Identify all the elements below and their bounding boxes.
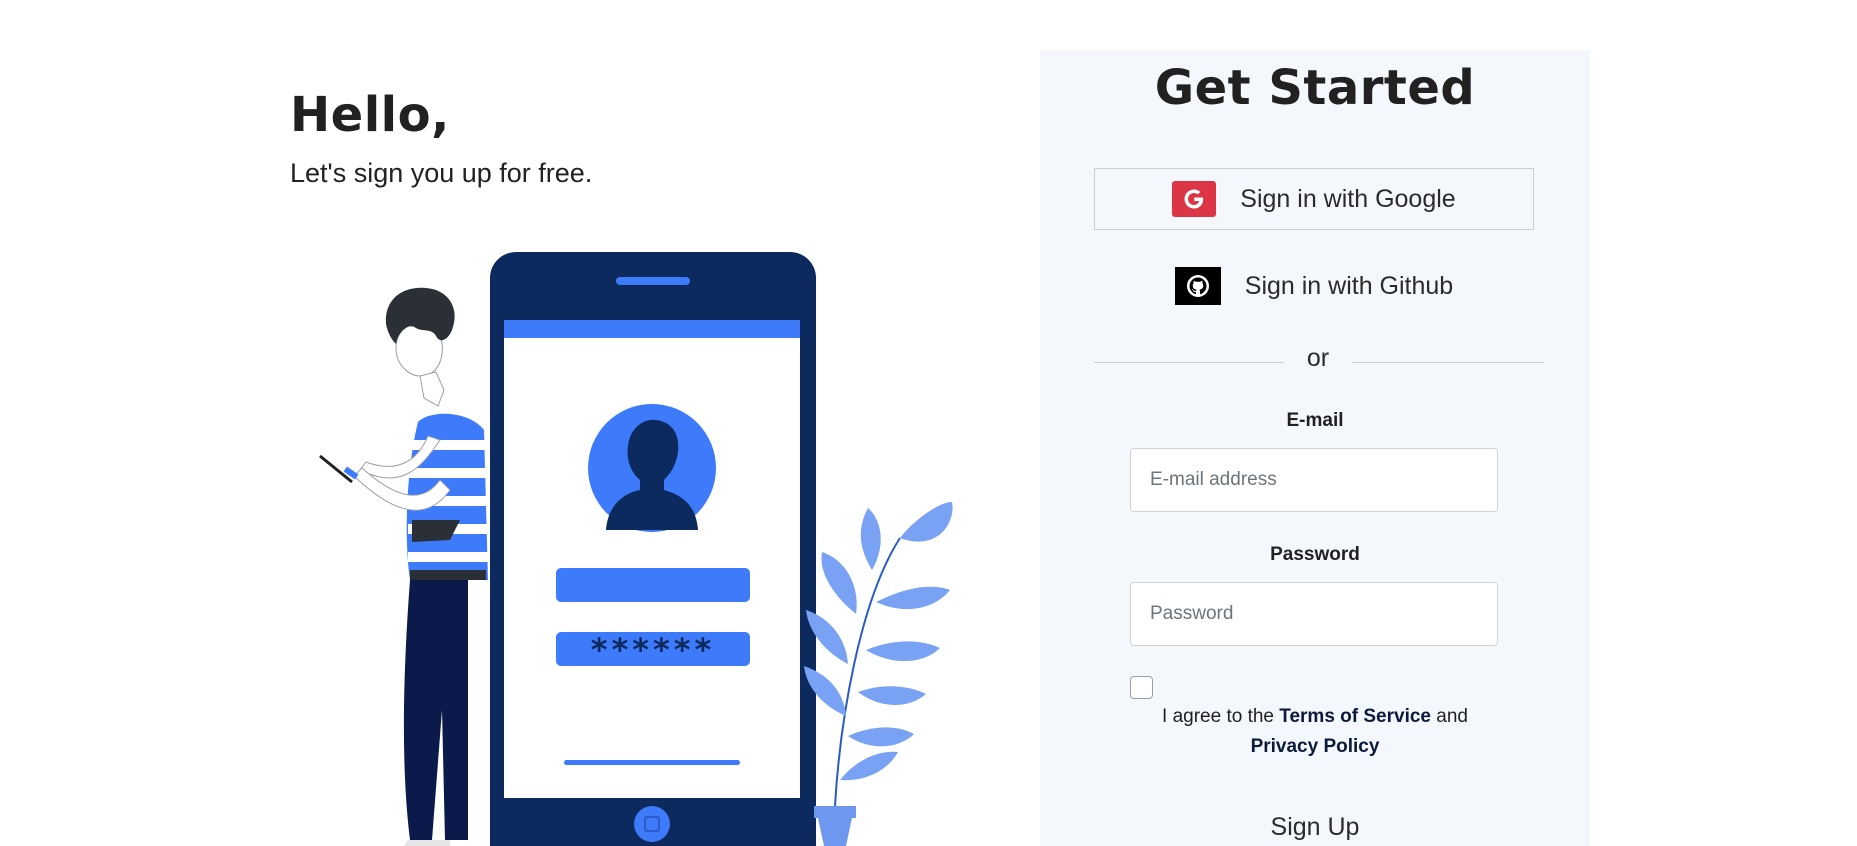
terms-of-service-link[interactable]: Terms of Service — [1279, 706, 1431, 727]
person-figure — [319, 287, 488, 846]
panel-title: Get Started — [1154, 60, 1476, 116]
password-mask: ****** — [591, 631, 715, 669]
divider-line-left — [1094, 362, 1284, 363]
github-signin-button[interactable]: Sign in with Github — [1094, 255, 1534, 317]
page-heading: Hello, — [290, 87, 450, 143]
github-icon — [1174, 267, 1221, 305]
email-label: E-mail — [1286, 410, 1344, 431]
username-bar — [556, 568, 750, 602]
password-field[interactable] — [1130, 582, 1498, 646]
phone-screen-header — [504, 320, 800, 338]
or-divider: or — [1094, 344, 1544, 372]
phone-speaker — [616, 277, 690, 285]
google-signin-label: Sign in with Google — [1240, 184, 1456, 213]
terms-checkbox[interactable] — [1130, 676, 1153, 699]
page-subtitle: Let's sign you up for free. — [290, 158, 593, 188]
terms-conjunction: and — [1436, 706, 1468, 727]
signup-button[interactable]: Sign Up — [1040, 812, 1590, 843]
google-signin-button[interactable]: Sign in with Google — [1094, 168, 1534, 230]
github-signin-label: Sign in with Github — [1244, 271, 1454, 300]
divider-text: or — [1306, 344, 1330, 372]
plant-decoration — [804, 502, 953, 846]
phone-bottom-line — [564, 760, 740, 765]
terms-prefix: I agree to the — [1162, 706, 1274, 727]
divider-line-right — [1352, 362, 1544, 363]
signup-panel: Get Started Sign in with Google Sign in … — [1040, 50, 1590, 846]
signup-illustration: ****** — [319, 252, 953, 846]
signup-page: Hello, Let's sign you up for free. *****… — [0, 0, 1857, 846]
phone-home-button — [634, 806, 670, 842]
privacy-policy-link[interactable]: Privacy Policy — [1251, 736, 1380, 757]
email-field[interactable] — [1130, 448, 1498, 512]
password-label: Password — [1270, 544, 1360, 565]
google-icon — [1172, 181, 1217, 217]
phone-screen — [504, 320, 800, 798]
terms-text: I agree to the Terms of Service and Priv… — [1040, 702, 1590, 762]
intro-section: Hello, Let's sign you up for free. — [290, 80, 592, 189]
